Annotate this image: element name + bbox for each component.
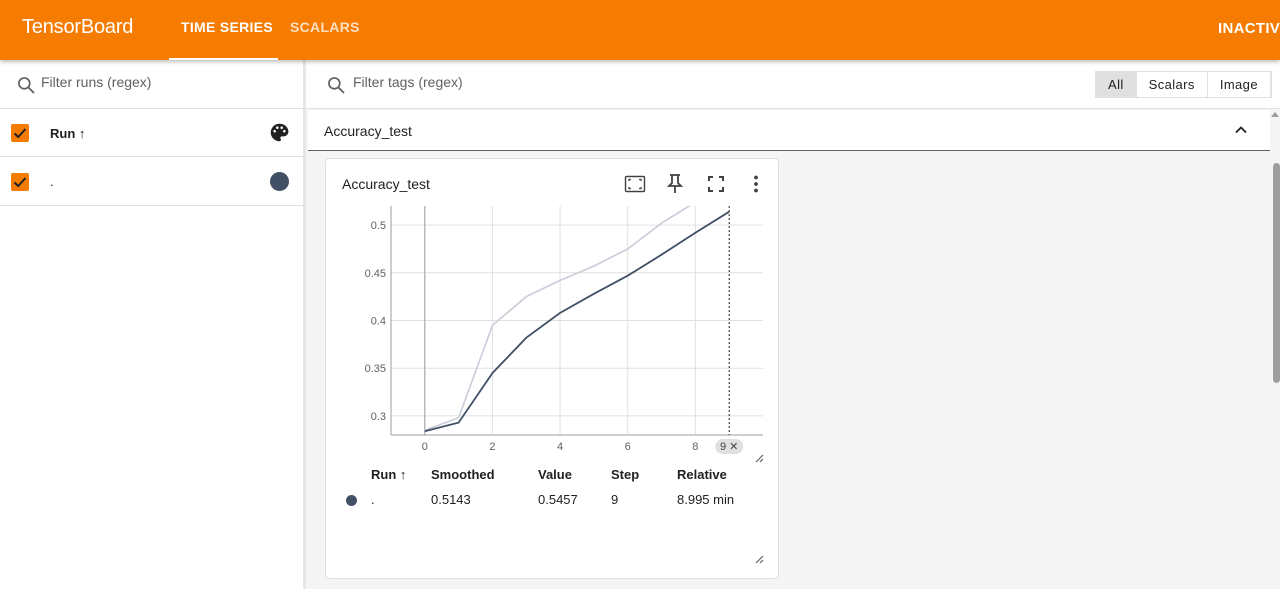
run-checkbox[interactable] xyxy=(11,173,29,191)
check-icon xyxy=(13,177,27,188)
card-group-header[interactable]: Accuracy_test xyxy=(308,110,1270,151)
run-column-header[interactable]: Run ↑ xyxy=(50,126,85,141)
runs-sidebar: Run ↑ . xyxy=(0,60,305,589)
run-color-dot xyxy=(346,495,357,506)
card-resize-icon[interactable] xyxy=(754,554,764,564)
table-cell-value: 0.5457 xyxy=(538,492,578,507)
filter-scalars-button[interactable]: Scalars xyxy=(1136,72,1208,97)
tab-time-series[interactable]: TIME SERIES xyxy=(181,0,273,60)
x-tick-label: 2 xyxy=(489,441,495,453)
line-chart[interactable]: 0.3 0.35 0.4 0.45 0.5 0 2 4 6 8 9 ✕ xyxy=(326,204,778,464)
raw-series-line xyxy=(424,206,691,431)
app-brand[interactable]: TensorBoard xyxy=(22,16,133,39)
search-icon xyxy=(328,77,345,94)
card-title: Accuracy_test xyxy=(342,176,430,192)
table-cell-relative: 8.995 min xyxy=(677,492,735,507)
select-all-checkbox[interactable] xyxy=(11,124,29,142)
table-header-smoothed[interactable]: Smoothed xyxy=(431,467,495,482)
chevron-up-icon[interactable] xyxy=(1233,122,1249,138)
main-panel: All Scalars Image Accuracy_test Accuracy… xyxy=(306,60,1280,589)
x-tick-label: 8 xyxy=(692,441,698,453)
pin-icon[interactable] xyxy=(663,172,687,196)
fullscreen-icon[interactable] xyxy=(704,172,728,196)
y-tick-label: 0.35 xyxy=(365,363,386,375)
tab-scalars[interactable]: SCALARS xyxy=(290,0,360,60)
tags-filter-input[interactable] xyxy=(353,74,753,90)
tags-filter-row: All Scalars Image xyxy=(306,60,1280,109)
table-cell-step: 9 xyxy=(611,492,619,507)
table-header-value[interactable]: Value xyxy=(538,467,572,482)
x-tick-label: 0 xyxy=(422,441,428,453)
run-row[interactable]: . xyxy=(0,158,303,206)
runs-filter-row xyxy=(0,60,303,109)
runs-table-header: Run ↑ xyxy=(0,109,303,157)
smoothed-series-line xyxy=(424,210,730,433)
filter-all-button[interactable]: All xyxy=(1096,72,1137,97)
table-header-relative[interactable]: Relative xyxy=(677,467,727,482)
more-vert-icon[interactable] xyxy=(744,172,768,196)
table-header-run[interactable]: Run ↑ xyxy=(371,467,406,482)
step-marker-label: 9 ✕ xyxy=(720,441,738,453)
run-name: . xyxy=(50,174,54,189)
y-tick-label: 0.4 xyxy=(371,316,386,328)
runs-filter-input[interactable] xyxy=(41,74,281,90)
active-tab-indicator xyxy=(169,58,278,60)
chart-resize-icon[interactable] xyxy=(754,453,764,463)
plugin-type-toggle: All Scalars Image xyxy=(1095,71,1272,98)
group-title: Accuracy_test xyxy=(324,123,412,139)
palette-icon[interactable] xyxy=(269,122,290,143)
inactive-dropdown[interactable]: INACTIVE xyxy=(1218,20,1280,37)
table-header-step[interactable]: Step xyxy=(611,467,639,482)
y-tick-label: 0.45 xyxy=(365,268,386,280)
table-cell-smoothed: 0.5143 xyxy=(431,492,471,507)
table-cell-run: . xyxy=(371,492,375,507)
check-icon xyxy=(13,128,27,139)
filter-image-button[interactable]: Image xyxy=(1207,72,1271,97)
run-color-swatch[interactable] xyxy=(270,172,289,191)
y-tick-label: 0.5 xyxy=(371,220,386,232)
x-tick-label: 4 xyxy=(557,441,563,453)
search-icon xyxy=(18,77,35,94)
scroll-up-arrow[interactable] xyxy=(1271,112,1279,117)
x-tick-label: 6 xyxy=(625,441,631,453)
scalar-card: Accuracy_test 0.3 0.35 0.4 0.45 0.5 0 2 4 6 8 9 ✕ … xyxy=(325,158,779,579)
scrollbar-thumb[interactable] xyxy=(1273,163,1280,383)
top-app-bar: TensorBoard TIME SERIES SCALARS INACTIVE xyxy=(0,0,1280,60)
y-tick-label: 0.3 xyxy=(371,411,386,423)
fit-domain-icon[interactable] xyxy=(623,172,647,196)
